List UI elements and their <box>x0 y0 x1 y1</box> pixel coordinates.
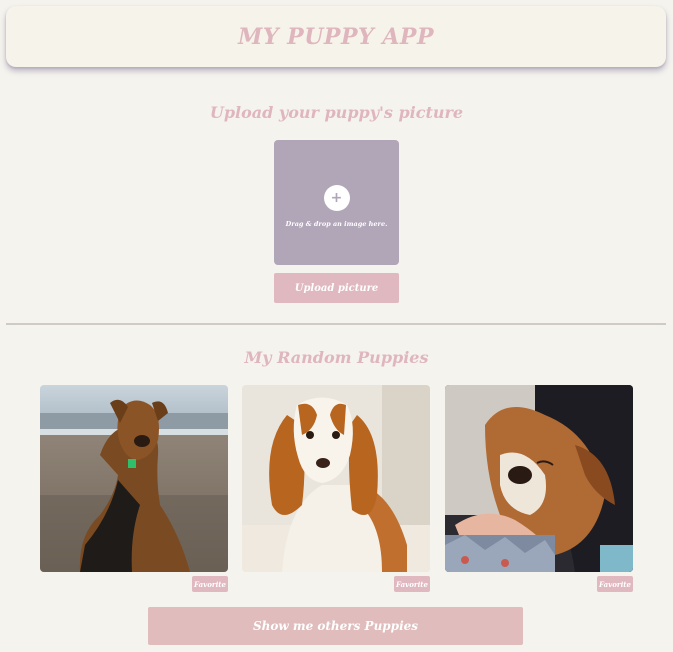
favorite-button[interactable]: Favorite <box>192 576 228 592</box>
upload-picture-button[interactable]: Upload picture <box>274 273 399 303</box>
dropzone-hint: Drag & drop an image here. <box>285 220 388 228</box>
show-more-puppies-button[interactable]: Show me others Puppies <box>148 607 523 645</box>
app-header: MY PUPPY APP <box>6 6 666 67</box>
puppy-photo-airedale <box>40 385 228 572</box>
puppy-photo-cocker-spaniel <box>242 385 430 572</box>
puppy-card: Favorite <box>40 385 228 592</box>
image-dropzone[interactable]: + Drag & drop an image here. <box>274 140 399 265</box>
section-divider <box>6 323 666 325</box>
plus-icon: + <box>323 185 350 211</box>
app-title: MY PUPPY APP <box>237 23 435 50</box>
puppy-app: MY PUPPY APP Upload your puppy's picture… <box>0 0 673 652</box>
puppy-photo-sleeping <box>445 385 633 572</box>
favorite-button[interactable]: Favorite <box>394 576 430 592</box>
random-puppies-title: My Random Puppies <box>244 348 429 367</box>
favorite-button[interactable]: Favorite <box>597 576 633 592</box>
upload-section-title: Upload your puppy's picture <box>209 103 464 122</box>
puppy-card: Favorite <box>242 385 430 592</box>
puppy-card: Favorite <box>445 385 633 592</box>
